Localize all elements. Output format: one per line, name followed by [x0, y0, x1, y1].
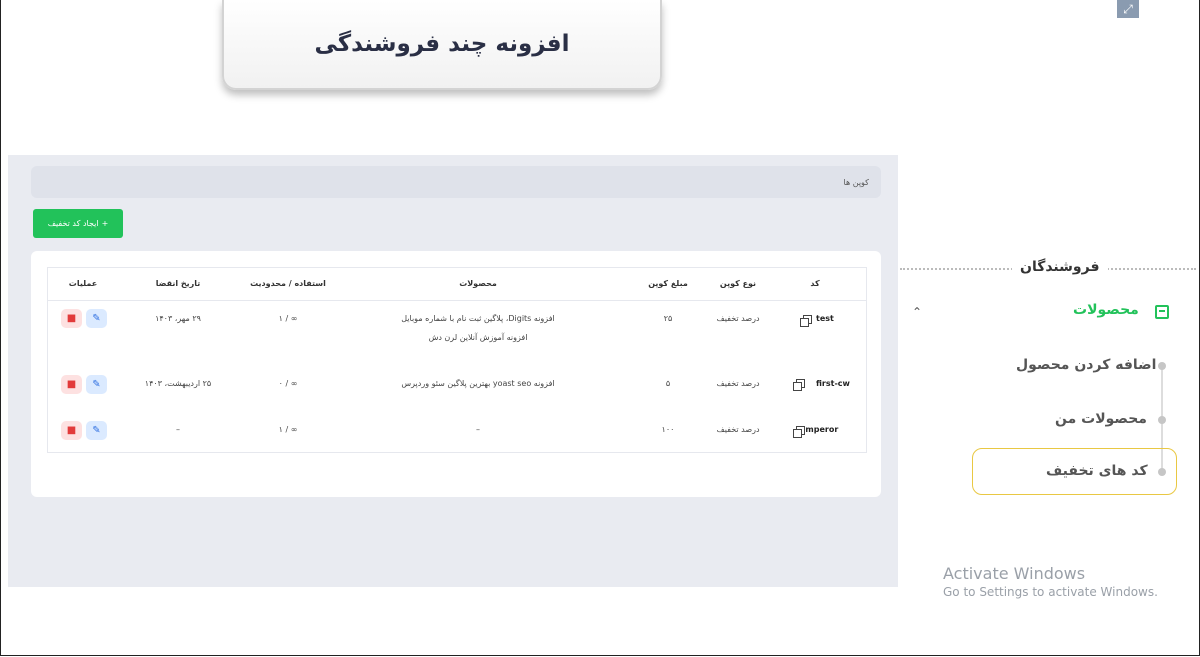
coupon-code: test: [816, 314, 834, 323]
chevron-up-icon[interactable]: ⌃: [912, 305, 922, 319]
submenu-dot: [1158, 468, 1166, 476]
header-amount: مبلغ کوپن: [648, 279, 688, 288]
sidebar-heading: فروشندگان: [1012, 259, 1108, 275]
coupon-expiry: ۲۵ اردیبهشت، ۱۴۰۳: [144, 379, 212, 388]
table-row: first-cw درصد تخفیف ۵ افزونه yoast seo ب…: [48, 375, 866, 408]
table-row: test درصد تخفیف ۲۵ افزونه Digits، پلاگین…: [48, 309, 866, 362]
coupon-products-line1: افزونه Digits، پلاگین ثبت نام با شماره م…: [401, 314, 555, 323]
coupon-expiry: ۲۹ مهر، ۱۴۰۳: [155, 314, 201, 323]
create-coupon-label: ایجاد کد تخفیف: [47, 219, 99, 228]
delete-button[interactable]: ■: [61, 309, 82, 328]
coupon-amount: ۵: [665, 379, 671, 388]
plus-icon: +: [101, 219, 109, 228]
expand-icon[interactable]: ⤢: [1117, 0, 1139, 18]
sidebar-item-products[interactable]: محصولات: [1073, 302, 1139, 318]
header-actions: عملیات: [68, 279, 98, 288]
coupon-expiry: –: [176, 425, 180, 434]
edit-button[interactable]: ✎: [86, 375, 107, 394]
coupon-amount: ۲۵: [663, 314, 673, 323]
coupon-code: emperor: [800, 425, 839, 434]
sidebar-item-discount-codes[interactable]: کد های تخفیف: [1046, 463, 1148, 479]
coupon-usage: ∞ / ۰: [278, 379, 298, 388]
delete-icon: ■: [66, 425, 77, 436]
submenu-dot: [1158, 416, 1166, 424]
coupon-products-line1: افزونه yoast seo بهترین پلاگین سئو وردپر…: [401, 379, 555, 388]
delete-button[interactable]: ■: [61, 375, 82, 394]
edit-icon: ✎: [92, 425, 101, 436]
banner-title: افزونه چند فروشندگی: [314, 31, 570, 57]
header-code: کد: [810, 279, 820, 288]
coupons-card: کد نوع کوپن مبلغ کوپن محصولات استفاده / …: [31, 251, 881, 497]
submenu-dot: [1158, 362, 1166, 370]
coupon-type: درصد تخفیف: [716, 425, 760, 434]
coupon-type: درصد تخفیف: [716, 314, 760, 323]
edit-icon: ✎: [92, 313, 101, 324]
create-coupon-button[interactable]: + ایجاد کد تخفیف: [33, 209, 123, 238]
sidebar-item-my-products[interactable]: محصولات من: [1055, 411, 1147, 427]
activate-windows-subtitle: Go to Settings to activate Windows.: [943, 585, 1158, 599]
coupon-products-line1: –: [476, 425, 480, 434]
table-row: emperor درصد تخفیف ۱۰۰ – ∞ / ۱ – ✎ ■: [48, 421, 866, 448]
activate-windows-title: Activate Windows: [943, 564, 1086, 583]
header-usage: استفاده / محدودیت: [250, 279, 326, 288]
copy-icon[interactable]: [800, 315, 812, 327]
coupons-panel: کوپن ها + ایجاد کد تخفیف کد نوع کوپن مبل…: [8, 155, 898, 587]
copy-icon[interactable]: [793, 426, 805, 438]
delete-icon: ■: [66, 379, 77, 390]
coupon-usage: ∞ / ۱: [278, 425, 298, 434]
coupon-usage: ∞ / ۱: [278, 314, 298, 323]
header-expiry: تاریخ انقضا: [155, 279, 201, 288]
edit-button[interactable]: ✎: [86, 421, 107, 440]
header-products: محصولات: [459, 279, 497, 288]
coupon-code: first-cw: [816, 379, 850, 388]
box-icon: [1155, 305, 1169, 319]
coupons-table: کد نوع کوپن مبلغ کوپن محصولات استفاده / …: [47, 267, 867, 453]
banner: افزونه چند فروشندگی: [222, 0, 662, 90]
coupon-type: درصد تخفیف: [716, 379, 760, 388]
delete-button[interactable]: ■: [61, 421, 82, 440]
sidebar-item-add-product[interactable]: اضافه کردن محصول: [1016, 357, 1156, 373]
copy-icon[interactable]: [793, 379, 805, 391]
edit-icon: ✎: [92, 379, 101, 390]
edit-button[interactable]: ✎: [86, 309, 107, 328]
coupon-amount: ۱۰۰: [661, 425, 675, 434]
breadcrumb: کوپن ها: [31, 166, 881, 198]
delete-icon: ■: [66, 313, 77, 324]
table-header: کد نوع کوپن مبلغ کوپن محصولات استفاده / …: [48, 268, 866, 301]
header-type: نوع کوپن: [719, 279, 757, 288]
coupon-products-line2: افزونه آموزش آنلاین لرن دش: [428, 333, 528, 342]
